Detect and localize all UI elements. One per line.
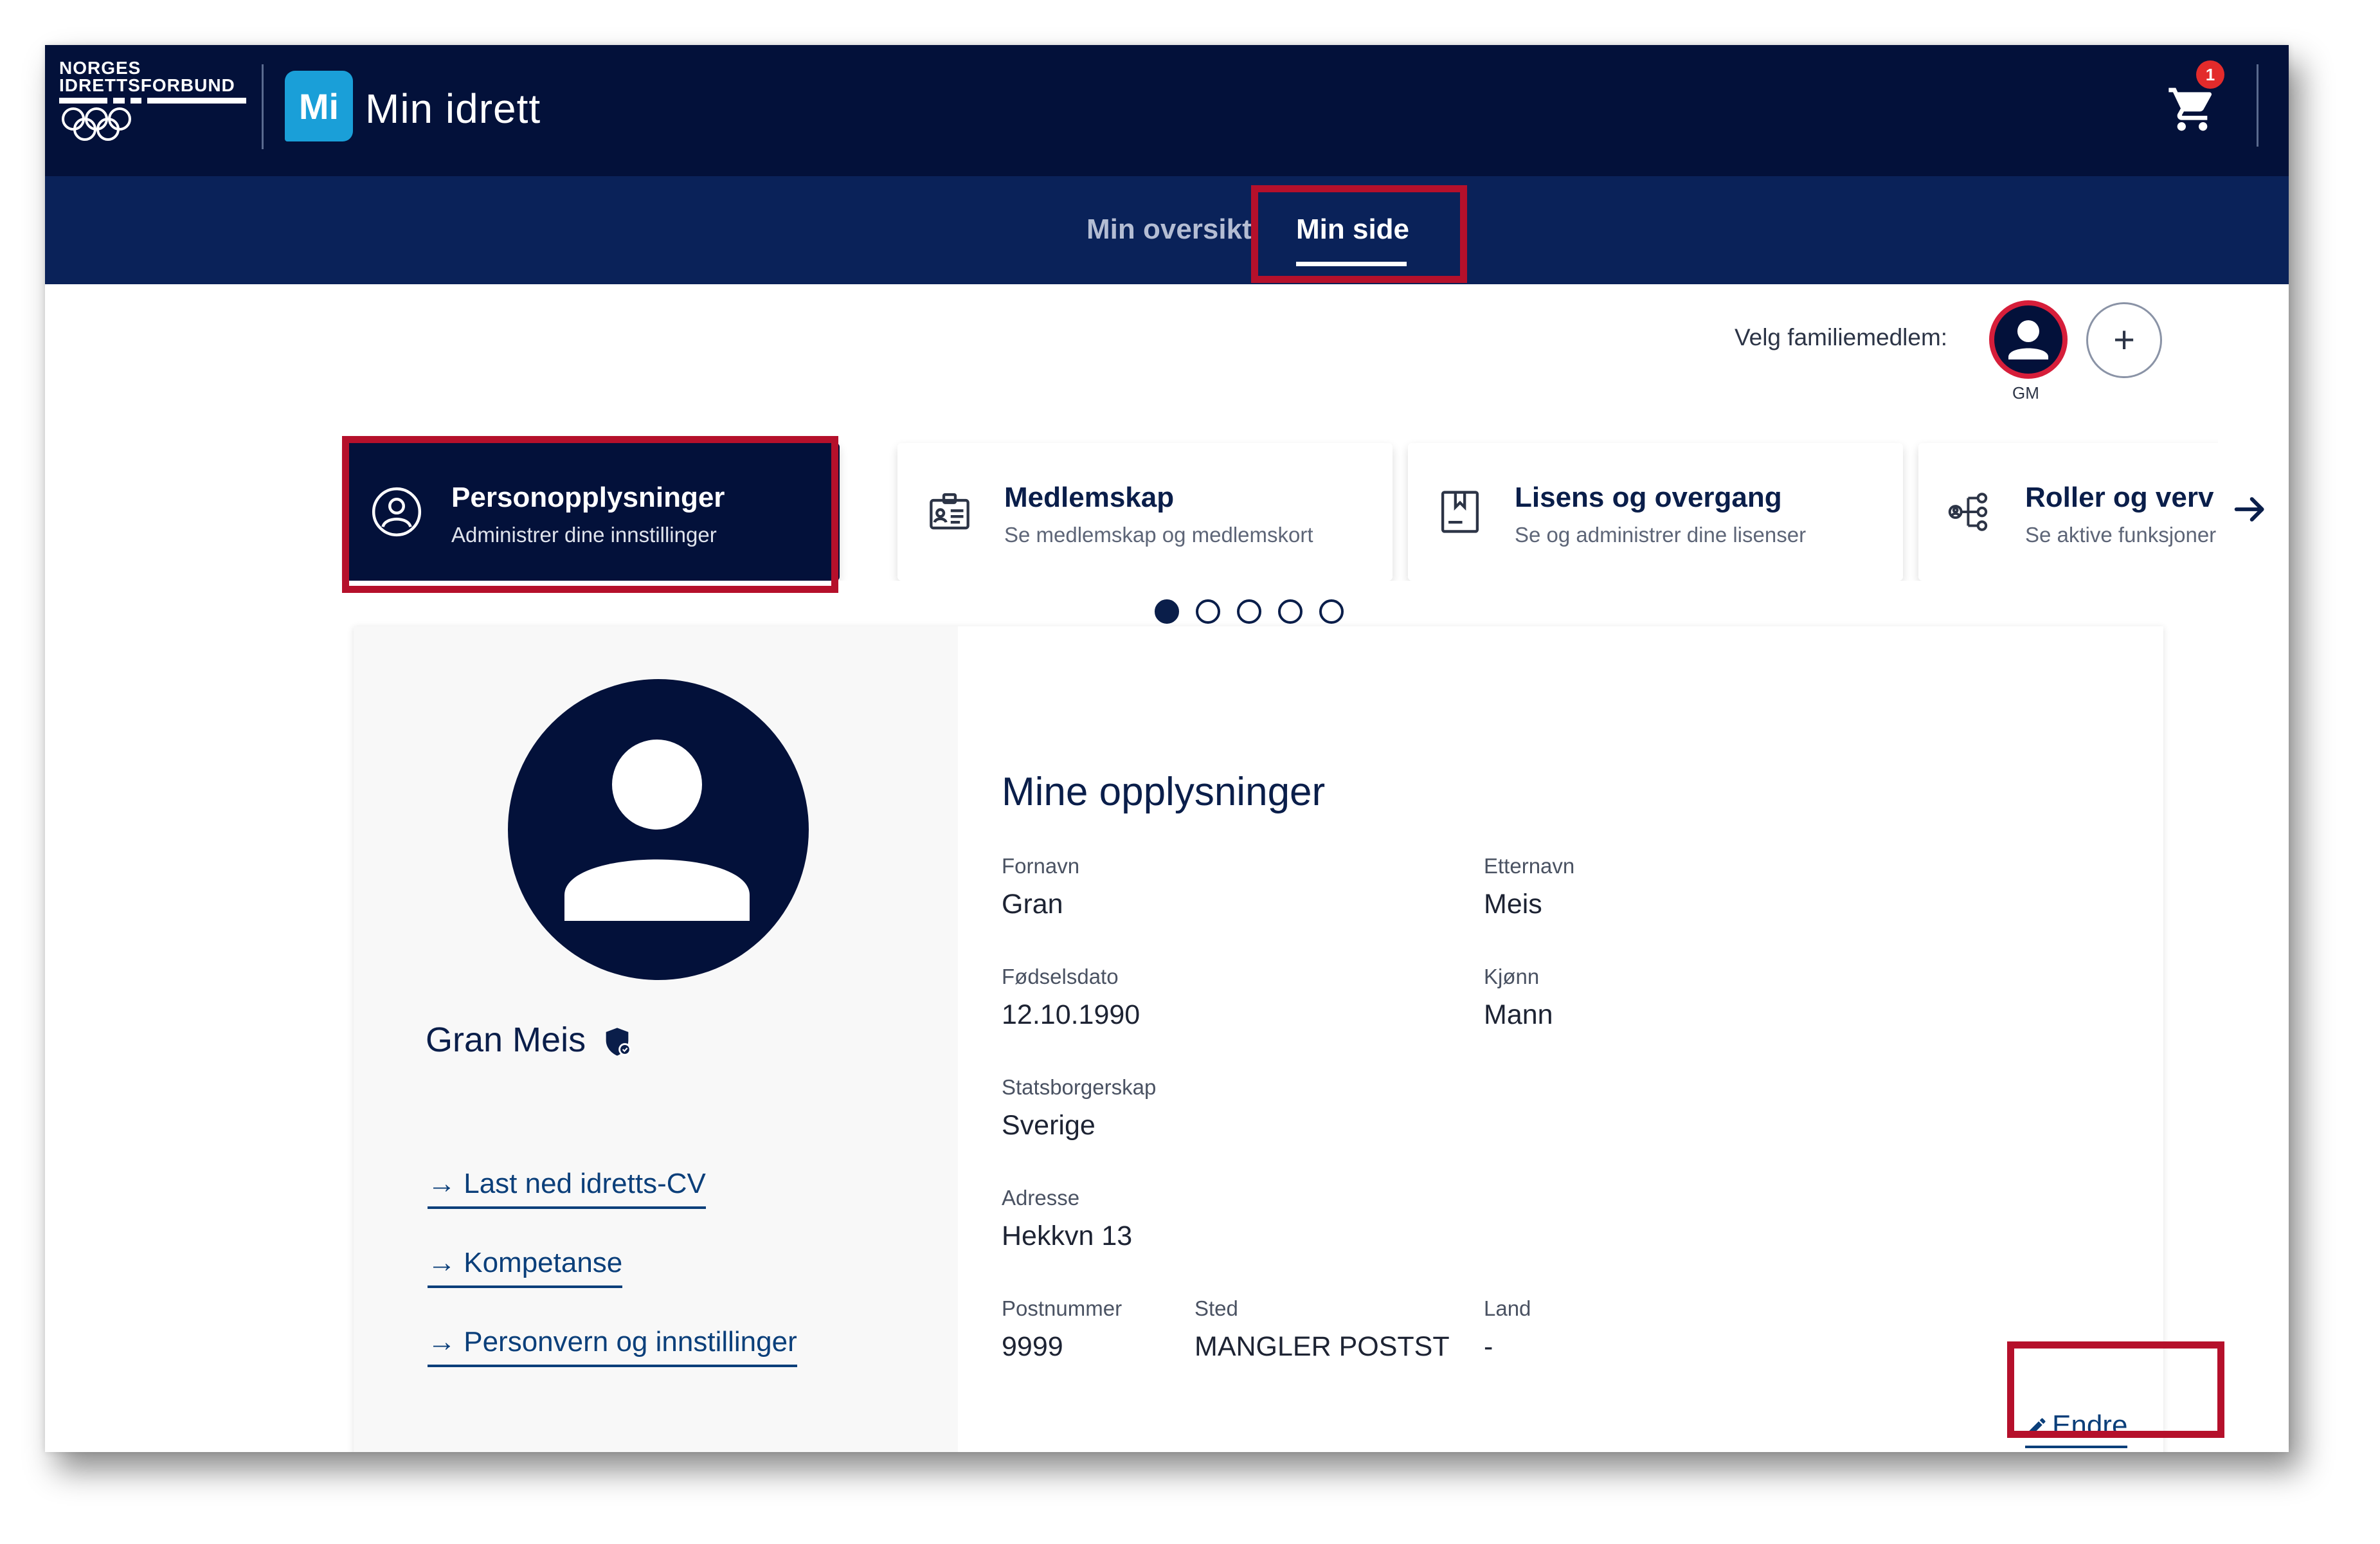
edit-button[interactable]: Endre — [2025, 1410, 2128, 1448]
carousel-dot[interactable] — [1196, 599, 1220, 624]
card-title: Lisens og overgang — [1515, 482, 1782, 513]
link-kompetanse[interactable]: → Kompetanse — [428, 1247, 623, 1288]
city-label: Sted — [1195, 1296, 1238, 1320]
birth-date-label: Fødselsdato — [1002, 965, 1119, 988]
address-label: Adresse — [1002, 1186, 1080, 1210]
arrow-right-icon[interactable] — [2230, 489, 2271, 530]
birth-date-value: 12.10.1990 — [1002, 999, 1140, 1030]
person-icon — [2008, 320, 2048, 359]
card-subtitle: Se medlemskap og medlemskort — [1004, 523, 1313, 547]
city-value: MANGLER POSTST — [1195, 1331, 1450, 1362]
card-title: Roller og verv — [2025, 482, 2214, 513]
card-subtitle: Se og administrer dine lisenser — [1515, 523, 1807, 547]
card-title: Medlemskap — [1004, 482, 1175, 513]
personal-details: Mine opplysninger Fornavn Gran Etternavn… — [958, 626, 2163, 1452]
country-value: - — [1484, 1331, 1493, 1362]
roles-tree-icon — [1948, 493, 1988, 531]
last-name-label: Etternavn — [1484, 854, 1575, 878]
person-icon — [564, 740, 750, 921]
profile-panel: Gran Meis → Last ned idretts-CV → Kompet… — [354, 626, 2163, 1452]
profile-sidebar: Gran Meis → Last ned idretts-CV → Kompet… — [354, 626, 958, 1452]
citizenship-value: Sverige — [1002, 1110, 1095, 1141]
carousel-dot[interactable] — [1155, 599, 1179, 624]
tab-min-side[interactable]: Min side — [1296, 213, 1409, 246]
family-member-initials: GM — [2012, 383, 2039, 403]
min-idrett-logo-badge[interactable]: Mi — [285, 71, 353, 141]
family-selector-label: Velg familiemedlem: — [1735, 324, 1948, 350]
tab-min-oversikt[interactable]: Min oversikt — [1086, 213, 1252, 246]
carousel-dot[interactable] — [1319, 599, 1344, 624]
top-header: NORGES IDRETTSFORBUND Mi Min idrett 1 — [45, 45, 2289, 176]
profile-avatar — [508, 679, 809, 980]
card-title: Personopplysninger — [451, 482, 725, 513]
card-subtitle: Administrer dine innstillinger — [451, 523, 717, 547]
main-nav: Min oversikt Min side — [45, 176, 2289, 284]
card-subtitle: Se aktive funksjoner — [2025, 523, 2217, 547]
carousel-dot[interactable] — [1278, 599, 1303, 624]
license-book-icon — [1441, 491, 1479, 533]
logo-divider — [262, 64, 264, 149]
olympic-rings-icon — [62, 107, 131, 141]
logo-text-line: IDRETTSFORBUND — [59, 75, 235, 95]
card-personopplysninger[interactable]: Personopplysninger Administrer dine inns… — [345, 443, 840, 581]
shopping-cart-icon[interactable] — [2167, 84, 2218, 135]
first-name-value: Gran — [1002, 889, 1063, 920]
link-last-ned-idretts-cv[interactable]: → Last ned idretts-CV — [428, 1168, 706, 1209]
logo-bars — [59, 98, 252, 104]
add-family-member-button[interactable]: + — [2086, 302, 2162, 378]
gender-label: Kjønn — [1484, 965, 1540, 988]
gender-value: Mann — [1484, 999, 1553, 1030]
carousel-pagination — [1155, 599, 1360, 624]
membership-card-icon — [930, 493, 969, 530]
person-circle-icon — [372, 487, 422, 537]
citizenship-label: Statsborgerskap — [1002, 1075, 1157, 1099]
cart-count-badge: 1 — [2196, 60, 2224, 89]
postal-code-label: Postnummer — [1002, 1296, 1122, 1320]
last-name-value: Meis — [1484, 889, 1542, 920]
active-tab-indicator — [1296, 262, 1407, 266]
family-member-avatar[interactable] — [1989, 300, 2068, 379]
app-window: NORGES IDRETTSFORBUND Mi Min idrett 1 Mi… — [45, 45, 2289, 1452]
carousel-dot[interactable] — [1237, 599, 1261, 624]
app-name: Min idrett — [365, 86, 541, 132]
first-name-label: Fornavn — [1002, 854, 1080, 878]
section-card-carousel: Personopplysninger Administrer dine inns… — [341, 438, 2218, 581]
profile-name: Gran Meis — [426, 1021, 586, 1059]
logo-text-line: NORGES — [59, 58, 141, 78]
header-divider — [2257, 64, 2258, 147]
postal-code-value: 9999 — [1002, 1331, 1063, 1362]
pencil-icon — [2028, 1418, 2046, 1436]
card-medlemskap[interactable]: Medlemskap Se medlemskap og medlemskort — [897, 443, 1393, 581]
link-personvern-og-innstillinger[interactable]: → Personvern og innstillinger — [428, 1326, 797, 1367]
verified-shield-icon — [606, 1028, 631, 1056]
country-label: Land — [1484, 1296, 1531, 1320]
section-title: Mine opplysninger — [1002, 770, 1326, 814]
card-roller-og-verv[interactable]: Roller og verv Se aktive funksjoner — [1918, 443, 2218, 581]
edit-button-label: Endre — [2052, 1410, 2128, 1441]
card-lisens-og-overgang[interactable]: Lisens og overgang Se og administrer din… — [1408, 443, 1903, 581]
address-value: Hekkvn 13 — [1002, 1221, 1133, 1251]
norges-idrettsforbund-logo[interactable]: NORGES IDRETTSFORBUND — [59, 59, 252, 162]
